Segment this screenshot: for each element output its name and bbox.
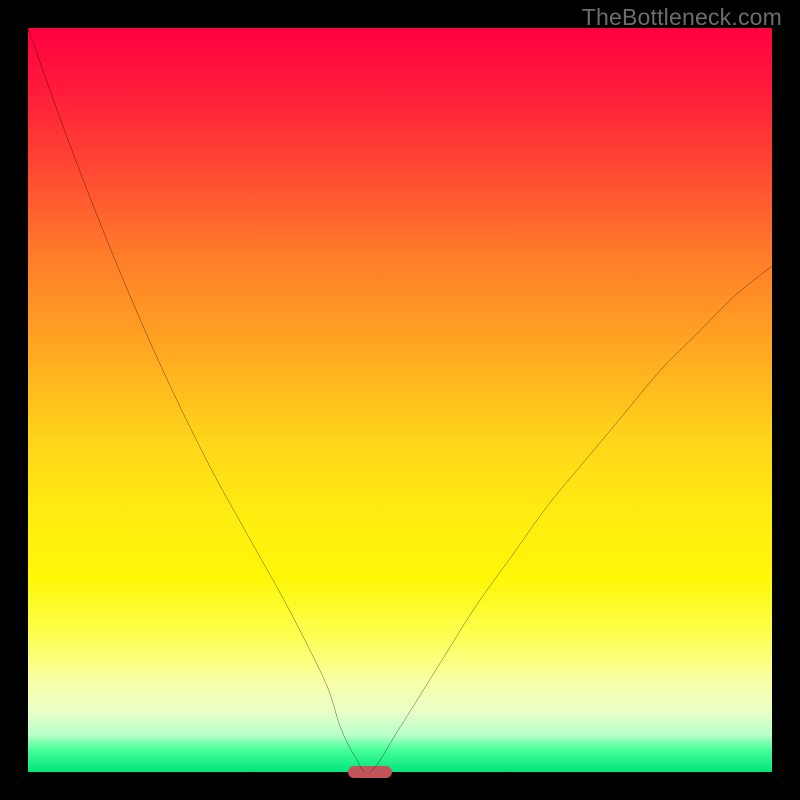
curve-path xyxy=(28,28,772,772)
bottleneck-curve xyxy=(28,28,772,772)
bottleneck-marker xyxy=(348,766,392,777)
chart-frame: TheBottleneck.com xyxy=(0,0,800,800)
plot-area xyxy=(28,28,772,772)
watermark-text: TheBottleneck.com xyxy=(582,4,782,31)
